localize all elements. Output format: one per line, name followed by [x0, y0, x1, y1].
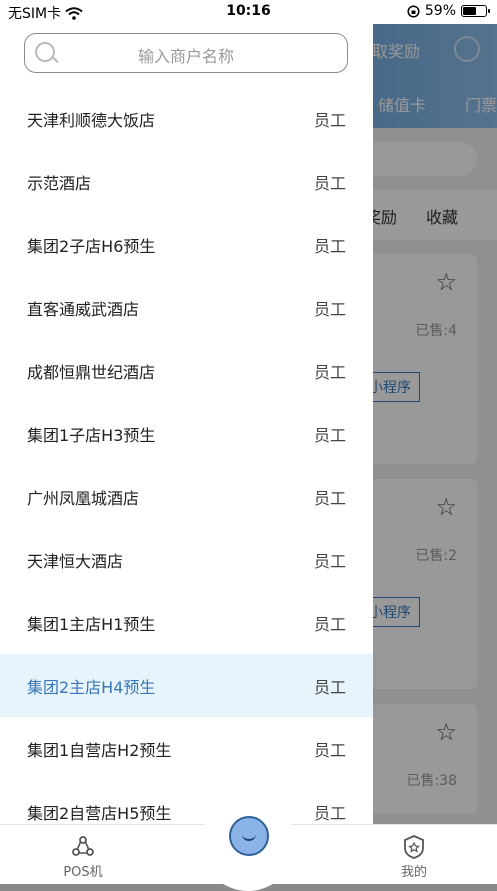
- merchant-role: 员工: [313, 677, 346, 697]
- merchant-role: 员工: [313, 488, 346, 508]
- merchant-row[interactable]: 天津恒大酒店 员工: [0, 528, 373, 591]
- merchant-row[interactable]: 示范酒店 员工: [0, 150, 373, 213]
- merchant-row[interactable]: 集团2子店H6预生 员工: [0, 213, 373, 276]
- merchant-role: 员工: [313, 740, 346, 760]
- smile-mouth: [242, 832, 256, 841]
- merchant-drawer: 输入商户名称 天津利顺德大饭店 员工 示范酒店 员工 集团2子店H6预生 员工 直客通威武酒…: [0, 24, 373, 824]
- search-placeholder: 输入商户名称: [137, 47, 234, 66]
- merchant-name: 集团2子店H6预生: [27, 236, 156, 256]
- merchant-name: 天津利顺德大饭店: [27, 110, 156, 130]
- merchant-name: 成都恒鼎世纪酒店: [27, 362, 156, 382]
- status-right: 59%: [407, 3, 490, 19]
- merchant-name: 集团1子店H3预生: [27, 425, 156, 445]
- battery-icon: [461, 5, 490, 17]
- merchant-role: 员工: [313, 551, 346, 571]
- merchant-role: 员工: [313, 425, 346, 445]
- merchant-name: 天津恒大酒店: [27, 551, 124, 571]
- battery-percent: 59%: [424, 3, 456, 19]
- status-bar: 无SIM卡 10:16 59%: [0, 0, 497, 24]
- merchant-row[interactable]: 集团1子店H3预生 员工: [0, 402, 373, 465]
- merchant-role: 员工: [313, 362, 346, 382]
- merchant-role: 员工: [313, 803, 346, 823]
- merchant-role: 员工: [313, 614, 346, 634]
- profile-badge-icon: [404, 835, 424, 859]
- merchant-role: 员工: [313, 110, 346, 130]
- orientation-lock-icon: [407, 4, 420, 18]
- merchant-name: 示范酒店: [27, 173, 92, 193]
- pos-icon: [72, 836, 94, 856]
- merchant-role: 员工: [313, 236, 346, 256]
- merchant-role: 员工: [313, 173, 346, 193]
- tab-pos-label: POS机: [63, 865, 103, 880]
- merchant-row[interactable]: 广州凤凰城酒店 员工: [0, 465, 373, 528]
- merchant-row[interactable]: 直客通威武酒店 员工: [0, 276, 373, 339]
- merchant-name: 集团1主店H1预生: [27, 614, 156, 634]
- merchant-row[interactable]: 集团2自营店H5预生 员工: [0, 780, 373, 824]
- merchant-list: 天津利顺德大饭店 员工 示范酒店 员工 集团2子店H6预生 员工 直客通威武酒店 员工 成都恒鼎…: [0, 87, 373, 824]
- merchant-name: 广州凤凰城酒店: [27, 488, 140, 508]
- merchant-row[interactable]: 成都恒鼎世纪酒店 员工: [0, 339, 373, 402]
- merchant-name: 直客通威武酒店: [27, 299, 140, 319]
- merchant-row[interactable]: 集团1主店H1预生 员工: [0, 591, 373, 654]
- merchant-row[interactable]: 集团1自营店H2预生 员工: [0, 717, 373, 780]
- smile-icon[interactable]: [229, 816, 269, 856]
- merchant-row[interactable]: 天津利顺德大饭店 员工: [0, 87, 373, 150]
- merchant-role: 员工: [313, 299, 346, 319]
- merchant-name: 集团2主店H4预生: [27, 677, 156, 697]
- merchant-name: 集团2自营店H5预生: [27, 803, 172, 823]
- merchant-name: 集团1自营店H2预生: [27, 740, 172, 760]
- tab-mine-label: 我的: [400, 865, 427, 880]
- merchant-search-input[interactable]: 输入商户名称: [24, 33, 348, 73]
- merchant-row-selected[interactable]: 集团2主店H4预生 员工: [0, 654, 373, 717]
